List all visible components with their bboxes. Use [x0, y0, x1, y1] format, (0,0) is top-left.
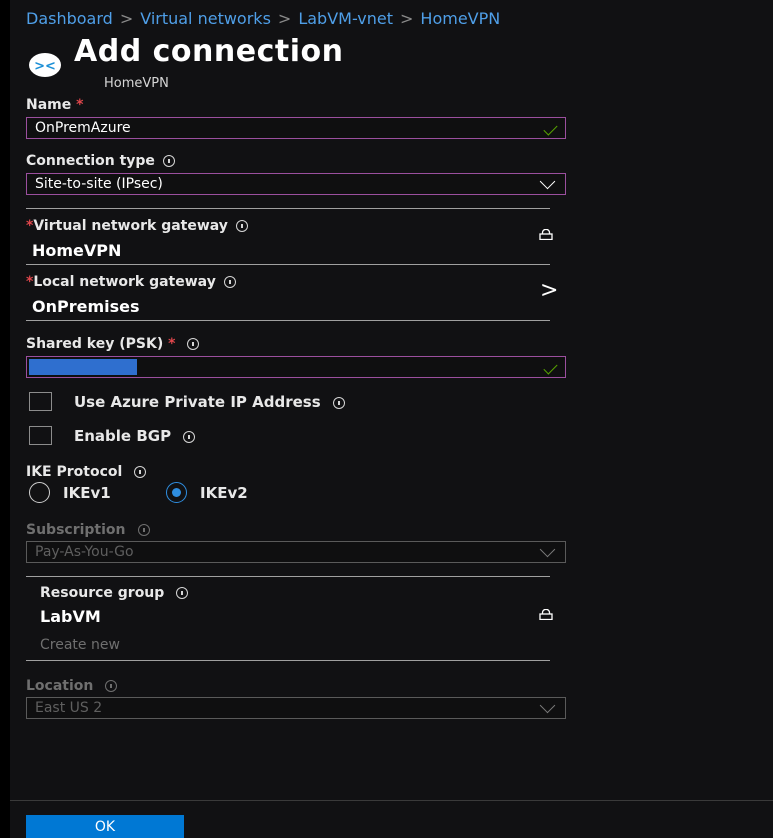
subscription-label: Subscription [26, 522, 150, 538]
subscription-value: Pay-As-You-Go [35, 544, 134, 560]
breadcrumb-separator: > [400, 9, 414, 28]
local-network-gateway-label: *Local network gateway [26, 274, 236, 290]
footer-divider [10, 800, 773, 801]
info-icon[interactable] [105, 680, 118, 692]
shared-key-label: Shared key (PSK) * [26, 336, 200, 352]
virtual-network-gateway-label: *Virtual network gateway [26, 218, 248, 234]
local-network-gateway-label-text: Local network gateway [33, 274, 216, 290]
divider [26, 660, 550, 661]
required-marker: * [76, 97, 84, 113]
info-icon[interactable] [183, 430, 196, 443]
ikev1-label: IKEv1 [63, 484, 111, 502]
location-value: East US 2 [35, 700, 103, 716]
create-new-link: Create new [40, 637, 120, 653]
ikev2-label: IKEv2 [200, 484, 248, 502]
divider [26, 576, 550, 577]
local-network-gateway-value: OnPremises [32, 297, 140, 316]
info-icon[interactable] [223, 276, 236, 288]
page-title: Add connection [74, 34, 344, 69]
valid-check-icon [543, 121, 558, 136]
name-input[interactable]: OnPremAzure [26, 117, 566, 139]
resource-group-label: Resource group [40, 585, 189, 601]
shared-key-selection [29, 359, 137, 375]
subscription-select: Pay-As-You-Go [26, 541, 566, 563]
info-icon[interactable] [134, 466, 147, 478]
divider [26, 208, 550, 209]
connection-type-select[interactable]: Site-to-site (IPsec) [26, 173, 566, 195]
location-select: East US 2 [26, 697, 566, 719]
virtual-network-gateway-label-text: Virtual network gateway [33, 218, 228, 234]
name-label: Name * [26, 97, 83, 113]
chevron-down-icon [539, 541, 556, 558]
name-label-text: Name [26, 97, 72, 113]
info-icon[interactable] [187, 338, 200, 350]
ok-button[interactable]: OK [26, 815, 184, 838]
valid-check-icon [543, 360, 558, 375]
breadcrumb-separator: > [277, 9, 292, 28]
location-label-text: Location [26, 678, 94, 694]
info-icon[interactable] [162, 155, 175, 167]
use-private-ip-label: Use Azure Private IP Address [74, 393, 345, 411]
subscription-label-text: Subscription [26, 522, 126, 538]
breadcrumb-dashboard[interactable]: Dashboard [26, 9, 113, 28]
use-private-ip-label-text: Use Azure Private IP Address [74, 393, 321, 411]
required-marker: * [168, 336, 176, 352]
connection-icon: >< [29, 53, 61, 77]
info-icon[interactable] [235, 220, 248, 232]
connection-type-label-text: Connection type [26, 153, 155, 169]
add-connection-blade: Dashboard > Virtual networks > LabVM-vnet > Ho… [10, 0, 773, 838]
chevron-down-icon [539, 173, 556, 190]
connection-icon-glyph: >< [34, 59, 56, 74]
connection-type-label: Connection type [26, 153, 175, 169]
info-icon[interactable] [332, 396, 345, 409]
info-icon[interactable] [176, 587, 189, 599]
shared-key-label-text: Shared key (PSK) [26, 336, 164, 352]
virtual-network-gateway-value: HomeVPN [32, 241, 122, 260]
lock-icon [539, 229, 553, 240]
ike-protocol-label-text: IKE Protocol [26, 464, 123, 480]
location-label: Location [26, 678, 118, 694]
divider [26, 320, 550, 321]
breadcrumb-separator: > [119, 9, 134, 28]
ikev1-radio[interactable] [29, 482, 50, 503]
local-network-gateway-picker[interactable]: *Local network gateway OnPremises > [26, 265, 566, 319]
enable-bgp-checkbox[interactable] [29, 426, 52, 445]
shared-key-input[interactable] [26, 356, 566, 378]
chevron-down-icon [539, 697, 556, 714]
ike-protocol-label: IKE Protocol [26, 464, 147, 480]
breadcrumb-virtual-networks[interactable]: Virtual networks [140, 9, 271, 28]
page-subtitle: HomeVPN [104, 76, 169, 91]
use-private-ip-checkbox[interactable] [29, 392, 52, 411]
connection-type-value: Site-to-site (IPsec) [35, 176, 163, 192]
lock-icon [539, 609, 553, 620]
breadcrumb: Dashboard > Virtual networks > LabVM-vnet > Ho… [26, 9, 500, 28]
resource-group-value: LabVM [40, 607, 101, 626]
enable-bgp-label-text: Enable BGP [74, 427, 172, 445]
ikev2-radio[interactable] [166, 482, 187, 503]
breadcrumb-vnet[interactable]: LabVM-vnet [298, 9, 393, 28]
breadcrumb-homevpn[interactable]: HomeVPN [420, 9, 500, 28]
name-input-value: OnPremAzure [35, 120, 131, 136]
info-icon[interactable] [137, 524, 150, 536]
resource-group-label-text: Resource group [40, 585, 165, 601]
chevron-right-icon: > [540, 278, 559, 303]
enable-bgp-label: Enable BGP [74, 427, 196, 445]
